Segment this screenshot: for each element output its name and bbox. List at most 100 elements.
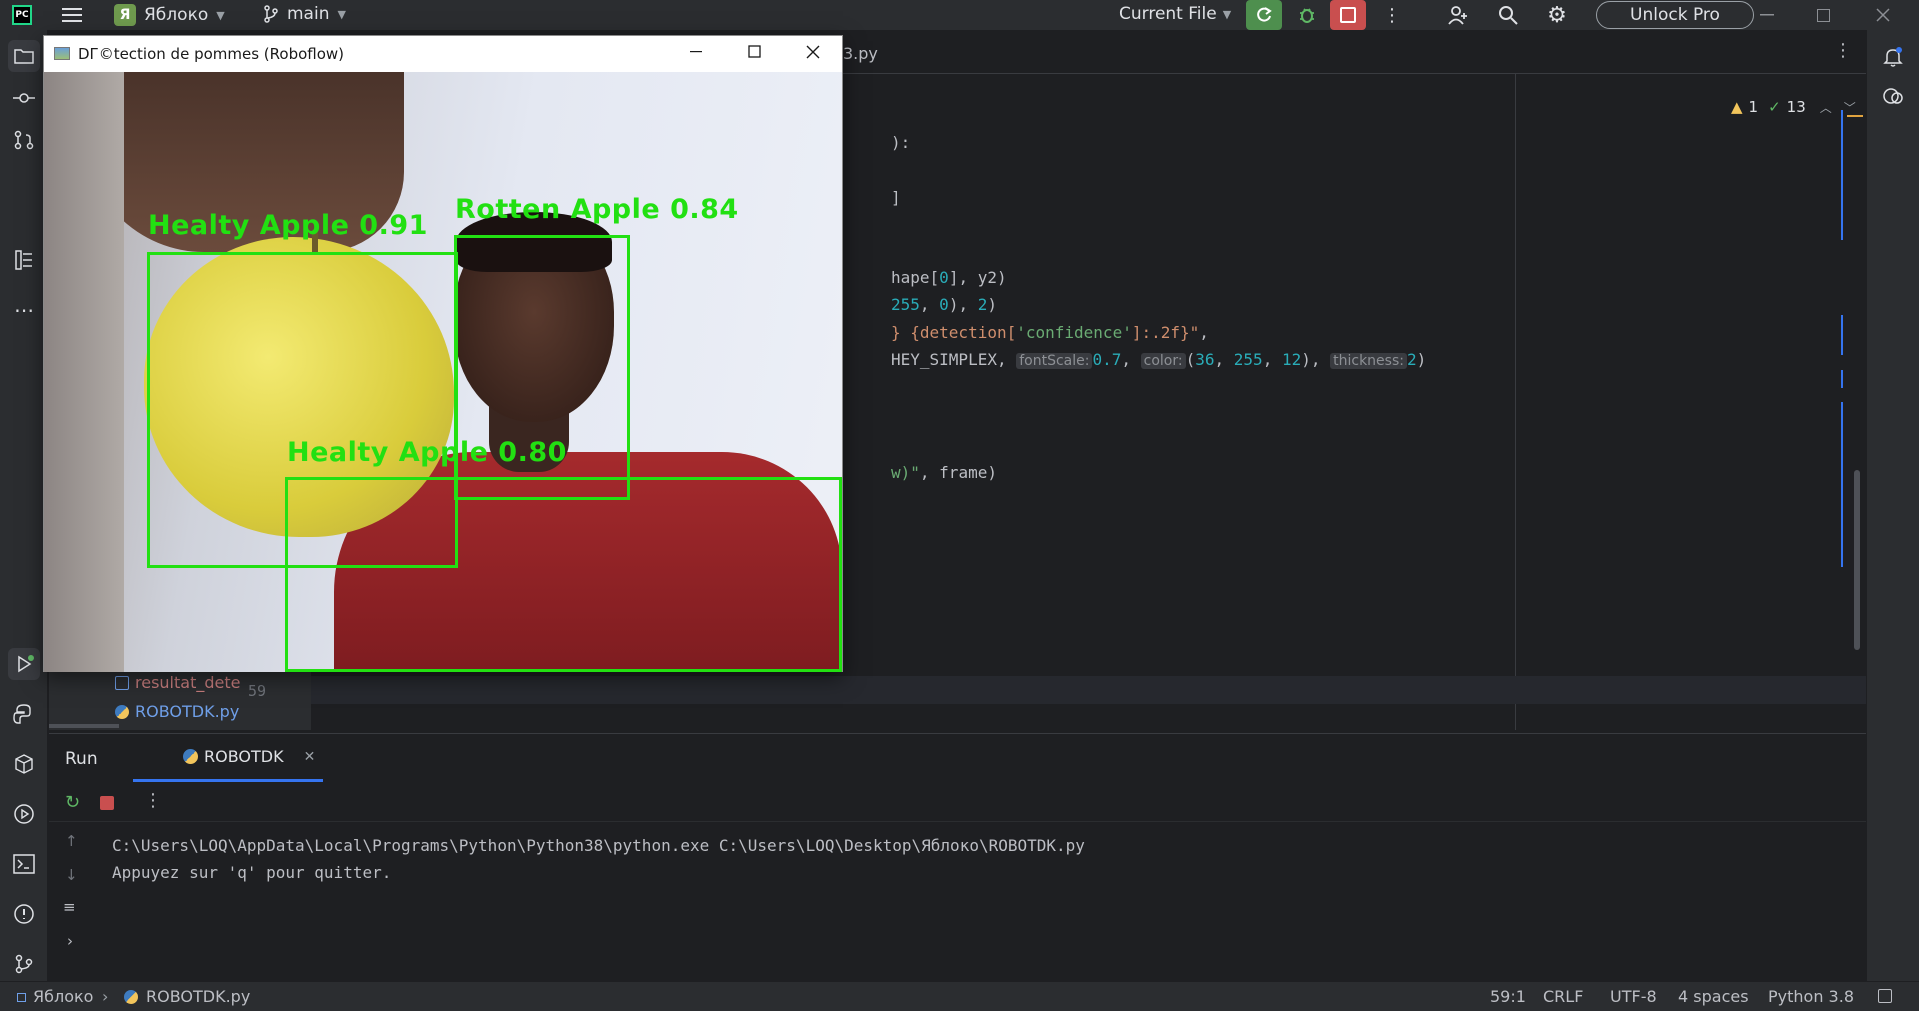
python-packages-icon[interactable] [8,748,40,780]
scroll-down-icon[interactable]: ↓ [65,866,78,884]
breadcrumb-project[interactable]: Яблоко [33,987,93,1006]
rerun-icon[interactable]: ↻ [65,792,80,813]
code-line: ): [891,133,911,152]
more-actions-icon[interactable]: ⋮ [1382,4,1402,26]
check-icon: ✓ [1768,98,1781,116]
console-side-tools: ↑ ↓ ≡ › [49,822,89,982]
current-line-highlight [311,676,1866,704]
indent-setting[interactable]: 4 spaces [1678,987,1749,1006]
tab-run[interactable]: Run [65,749,98,769]
cv-window-titlebar[interactable]: DГ©tection de pommes (Roboflow) [44,36,842,72]
detection-label: Healty Apple 0.91 [148,210,428,241]
title-bar: PC Я Яблоко ▼ main ▼ Current File ▼ ⋮ ⚙ … [0,0,1919,30]
breadcrumb-file[interactable]: ROBOTDK.py [146,987,250,1006]
editor-scrollbar[interactable] [1854,470,1860,650]
code-line: HEY_SIMPLEX, fontScale: 0.7, color: (36, 2… [891,350,1427,369]
code-line: 255, 0), 2) [891,295,997,314]
notifications-bell-icon[interactable] [1878,42,1908,72]
python-interpreter[interactable]: Python 3.8 [1768,987,1854,1006]
chevron-down-icon: ▼ [337,7,346,21]
soft-wrap-icon[interactable]: ≡ [63,898,76,916]
maximize-icon[interactable] [748,45,768,65]
line-separator[interactable]: CRLF [1543,987,1583,1006]
tab-options-icon[interactable]: ⋮ [1834,40,1852,61]
main-menu-icon[interactable] [60,6,84,24]
commit-icon[interactable] [8,82,40,114]
caret-position[interactable]: 59:1 [1490,987,1526,1006]
close-window-icon[interactable] [1868,4,1898,26]
image-file-icon [115,675,129,690]
tab-robotdk[interactable]: ROBOTDK ✕ [133,734,323,782]
ai-assistant-icon[interactable] [1878,82,1908,112]
python-console-icon[interactable] [8,698,40,730]
run-panel: Run ROBOTDK ✕ ↻ ⋮ ↑ ↓ ≡ › C:\Users\LOQ\A… [49,733,1866,981]
run-config-selector[interactable]: Current File ▼ [1119,4,1231,24]
more-options-icon[interactable]: ⋮ [144,790,162,811]
stop-icon[interactable] [100,796,114,810]
left-tool-strip: ⋯ [0,30,48,981]
code-line: } {detection['confidence']:.2f}", [891,323,1209,342]
console-line: C:\Users\LOQ\AppData\Local\Programs\Pyth… [112,836,1085,855]
expand-icon[interactable]: › [67,932,73,950]
opencv-window[interactable]: DГ©tection de pommes (Roboflow) Healty A… [43,35,843,672]
project-selector[interactable]: Я Яблоко ▼ [114,4,225,26]
close-tab-icon[interactable]: ✕ [304,749,316,765]
detection-label: Rotten Apple 0.84 [455,194,739,225]
param-hint: fontScale: [1016,353,1093,369]
project-folder-icon[interactable] [8,40,40,72]
unlock-pro-button[interactable]: Unlock Pro [1596,1,1754,29]
maximize-window-icon[interactable] [1808,4,1838,26]
lock-icon[interactable] [1878,989,1892,1003]
console-output[interactable]: C:\Users\LOQ\AppData\Local\Programs\Pyth… [112,832,1085,886]
python-file-icon [115,704,129,719]
run-tool-icon[interactable] [8,648,40,680]
right-tool-strip [1866,30,1919,981]
project-badge: Я [114,4,136,26]
chevron-down-icon: ▼ [216,8,225,22]
branch-name: main [287,4,330,24]
python-file-icon [124,990,138,1004]
tree-scrollbar[interactable] [49,724,119,728]
pycharm-logo-icon[interactable]: PC [12,5,32,25]
tree-item-python-file[interactable]: ROBOTDK.py [115,702,239,721]
window-app-icon [54,47,70,60]
stop-button[interactable] [1330,0,1366,30]
breadcrumb-separator-icon: › [102,987,109,1006]
stop-icon [1340,7,1356,23]
file-encoding[interactable]: UTF-8 [1610,987,1657,1006]
param-hint: color: [1140,353,1186,369]
code-line: ] [891,188,901,207]
run-config-label: Current File [1119,4,1217,24]
services-icon[interactable] [8,798,40,830]
camera-frame: Healty Apple 0.91 Rotten Apple 0.84 Heal… [44,72,842,672]
pull-requests-icon[interactable] [8,124,40,156]
tree-item-image[interactable]: resultat_dete [115,673,240,692]
python-icon [183,749,198,764]
search-icon[interactable] [1495,3,1521,27]
more-tools-icon[interactable]: ⋯ [8,294,40,326]
terminal-icon[interactable] [8,848,40,880]
chevron-up-icon[interactable]: ︿ [1820,99,1832,116]
minimize-icon[interactable] [690,44,710,64]
branch-selector[interactable]: main ▼ [263,4,346,24]
editor-tab[interactable]: 3.py [843,44,878,63]
debug-button[interactable] [1292,2,1322,28]
close-icon[interactable] [806,45,826,65]
check-count: 13 [1786,98,1806,116]
git-branch-icon [264,5,278,23]
inspection-widget[interactable]: ▲ 1 ✓ 13 ︿ ﹀ [1731,98,1856,116]
warning-count: 1 [1748,98,1759,116]
module-icon [17,993,26,1002]
rerun-button[interactable] [1246,0,1282,30]
scroll-up-icon[interactable]: ↑ [65,832,78,850]
run-toolbar: ↻ ⋮ [49,782,1866,822]
warning-icon: ▲ [1731,98,1743,116]
detection-box [285,477,842,672]
git-icon[interactable] [8,948,40,980]
add-user-icon[interactable] [1445,3,1471,27]
status-bar: Яблоко › ROBOTDK.py 59:1 CRLF UTF-8 4 sp… [0,981,1919,1011]
structure-icon[interactable] [8,244,40,276]
settings-gear-icon[interactable]: ⚙ [1544,3,1570,28]
minimize-window-icon[interactable] [1752,4,1782,26]
problems-icon[interactable] [8,898,40,930]
